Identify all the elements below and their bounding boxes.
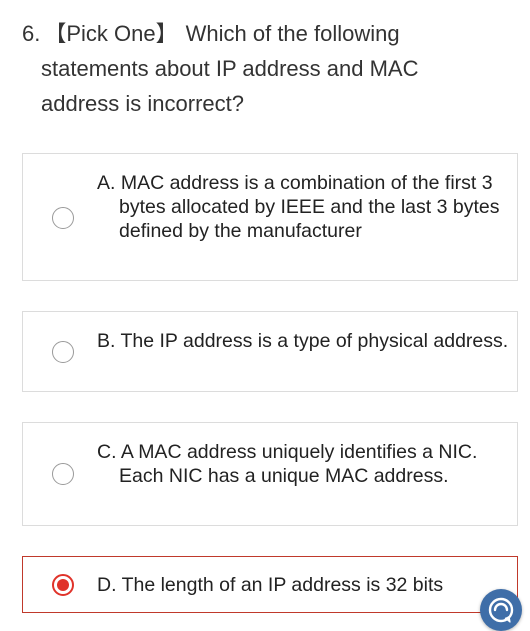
option-d[interactable]: D. The length of an IP address is 32 bit… bbox=[22, 556, 518, 613]
option-a[interactable]: A. MAC address is a combination of the f… bbox=[22, 153, 518, 281]
option-d-text: D. The length of an IP address is 32 bit… bbox=[97, 574, 444, 596]
question-first-line: 6. 【Pick One】 Which of the following bbox=[22, 16, 492, 51]
question-line1: Which of the following bbox=[185, 21, 400, 46]
radio-option-d-selected[interactable] bbox=[52, 574, 74, 596]
option-b[interactable]: B. The IP address is a type of physical … bbox=[22, 311, 518, 392]
option-c-text: C. A MAC address uniquely identifies a N… bbox=[97, 441, 478, 487]
radio-selected-dot bbox=[57, 579, 69, 591]
option-a-text: A. MAC address is a combination of the f… bbox=[97, 172, 500, 242]
chat-support-icon bbox=[488, 597, 514, 623]
chat-support-button[interactable] bbox=[480, 589, 522, 631]
radio-option-a[interactable] bbox=[52, 207, 74, 229]
option-c[interactable]: C. A MAC address uniquely identifies a N… bbox=[22, 422, 518, 526]
radio-option-c[interactable] bbox=[52, 463, 74, 485]
radio-option-b[interactable] bbox=[52, 341, 74, 363]
option-b-text: B. The IP address is a type of physical … bbox=[97, 330, 509, 352]
question-rest: statements about IP address and MAC addr… bbox=[41, 56, 419, 116]
question-number: 6. bbox=[22, 21, 41, 46]
question-type: 【Pick One】 bbox=[44, 21, 178, 46]
question-text: 6. 【Pick One】 Which of the following state… bbox=[22, 16, 492, 121]
